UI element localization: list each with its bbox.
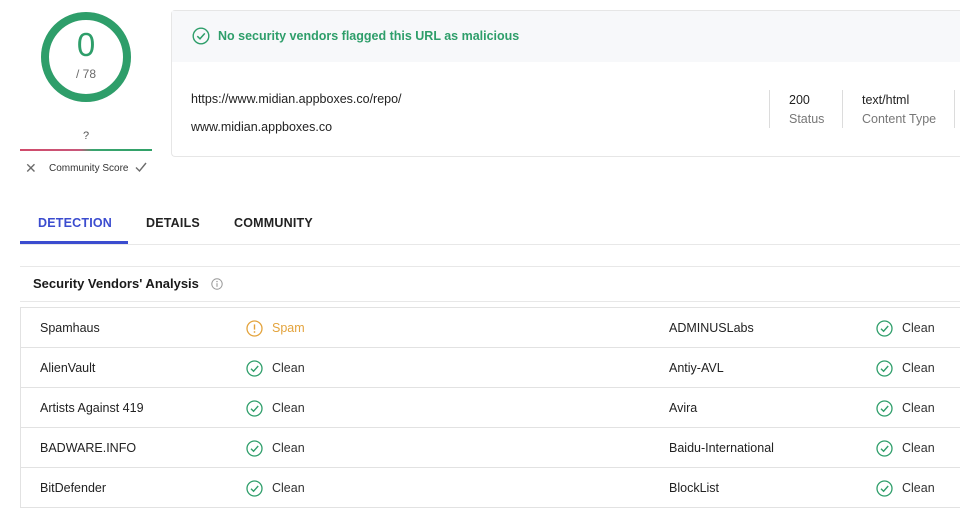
vendor-name: Artists Against 419 <box>40 401 144 415</box>
vendor-name: Avira <box>669 401 698 415</box>
analyzed-url[interactable]: https://www.midian.appboxes.co/repo/ <box>191 92 402 106</box>
table-row: BitDefender Clean BlockList Clean <box>21 468 960 508</box>
check-circle-icon <box>246 479 263 497</box>
vendor-name: BitDefender <box>40 481 107 495</box>
vendor-result: Clean <box>246 348 305 388</box>
vendor-name: Spamhaus <box>40 321 100 335</box>
table-row: Artists Against 419 Clean Avira Clean <box>21 388 960 428</box>
status-value: 200 <box>789 93 810 107</box>
warning-info-icon <box>246 319 263 337</box>
community-score-bar <box>20 149 152 151</box>
detection-count: 0 <box>76 26 96 63</box>
vendor-result: Clean <box>876 308 935 348</box>
result-text: Clean <box>902 481 935 495</box>
upvote-check-icon[interactable] <box>134 160 148 174</box>
vendor-result: Clean <box>246 388 305 428</box>
result-text: Spam <box>272 321 305 335</box>
table-row: Spamhaus Spam ADMINUSLabs Clean <box>21 308 960 348</box>
status-label: Status <box>789 112 825 126</box>
meta-divider <box>769 90 770 128</box>
result-text: Clean <box>902 361 935 375</box>
meta-divider <box>954 90 955 128</box>
verdict-text: No security vendors flagged this URL as … <box>218 29 520 43</box>
check-circle-icon <box>246 439 263 457</box>
check-circle-icon <box>876 359 893 377</box>
vendor-name: ADMINUSLabs <box>669 321 754 335</box>
check-circle-icon <box>246 399 263 417</box>
check-circle-icon <box>876 399 893 417</box>
table-row: BADWARE.INFO Clean Baidu-International C… <box>21 428 960 468</box>
tab-detection[interactable]: DETECTION <box>38 216 112 230</box>
vendor-name: BADWARE.INFO <box>40 441 137 455</box>
meta-divider <box>842 90 843 128</box>
result-text: Clean <box>272 441 305 455</box>
result-text: Clean <box>272 401 305 415</box>
vendor-result: Clean <box>876 388 935 428</box>
vendor-result: Clean <box>246 468 305 508</box>
section-title: Security Vendors' Analysis <box>33 276 199 291</box>
check-circle-icon <box>876 479 893 497</box>
result-text: Clean <box>272 361 305 375</box>
content-type-label: Content Type <box>862 112 937 126</box>
community-score-label: Community Score <box>49 163 129 174</box>
result-text: Clean <box>272 481 305 495</box>
vendor-result: Clean <box>876 348 935 388</box>
result-text: Clean <box>902 441 935 455</box>
tab-details[interactable]: DETAILS <box>146 216 200 230</box>
vendor-result: Spam <box>246 308 305 348</box>
tabs-divider <box>20 244 960 245</box>
check-circle-icon <box>876 439 893 457</box>
section-divider <box>20 301 960 302</box>
vendor-name: Antiy-AVL <box>669 361 724 375</box>
downvote-x-icon[interactable]: ✕ <box>25 161 37 175</box>
vendors-table: Spamhaus Spam ADMINUSLabs Clean AlienVau… <box>20 307 960 508</box>
content-type-value: text/html <box>862 93 910 107</box>
vendor-name: AlienVault <box>40 361 96 375</box>
table-row: AlienVault Clean Antiy-AVL Clean <box>21 348 960 388</box>
check-circle-icon <box>876 319 893 337</box>
result-text: Clean <box>902 321 935 335</box>
vendor-name: BlockList <box>669 481 720 495</box>
detection-total: / 78 <box>75 67 96 81</box>
tab-community[interactable]: COMMUNITY <box>234 216 313 230</box>
check-circle-icon <box>246 359 263 377</box>
vendor-result: Clean <box>876 428 935 468</box>
community-score-value: ? <box>82 130 90 142</box>
vendor-name: Baidu-International <box>669 441 774 455</box>
result-text: Clean <box>902 401 935 415</box>
info-icon[interactable] <box>211 278 223 290</box>
vendor-result: Clean <box>246 428 305 468</box>
check-circle-icon <box>192 27 210 45</box>
analyzed-domain[interactable]: www.midian.appboxes.co <box>191 120 332 134</box>
vendor-result: Clean <box>876 468 935 508</box>
section-divider <box>20 266 960 267</box>
